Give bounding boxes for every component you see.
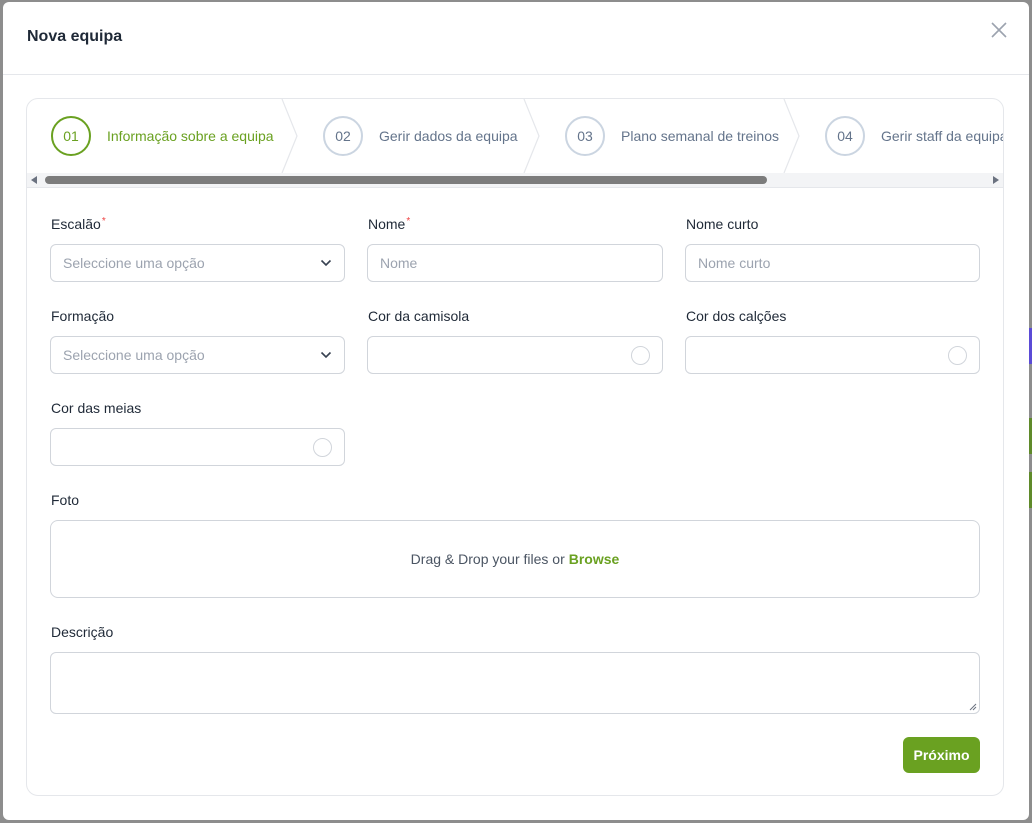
step-team-staff[interactable]: 04 Gerir staff da equipa	[825, 99, 1003, 173]
nome-curto-placeholder: Nome curto	[698, 255, 771, 271]
cor-camisola-picker[interactable]	[367, 336, 663, 374]
horizontal-scrollbar[interactable]	[27, 173, 1003, 187]
color-swatch-icon[interactable]	[948, 346, 967, 365]
step-team-info[interactable]: 01 Informação sobre a equipa	[51, 99, 274, 173]
nome-input[interactable]: Nome	[367, 244, 663, 282]
step-separator-icon	[523, 99, 540, 173]
required-mark: *	[406, 216, 411, 227]
nome-placeholder: Nome	[380, 255, 418, 271]
next-button[interactable]: Próximo	[903, 737, 980, 773]
required-mark: *	[101, 216, 106, 227]
step-label: Gerir staff da equipa	[881, 128, 1003, 144]
browse-link[interactable]: Browse	[569, 551, 620, 567]
cor-meias-picker[interactable]	[50, 428, 345, 466]
nome-curto-label: Nome curto	[686, 216, 759, 232]
resize-handle-icon[interactable]	[969, 703, 977, 711]
cor-calcoes-picker[interactable]	[685, 336, 980, 374]
step-weekly-plan[interactable]: 03 Plano semanal de treinos	[565, 99, 779, 173]
step-separator-icon	[281, 99, 298, 173]
dropzone-text: Drag & Drop your files or	[410, 551, 565, 567]
descricao-label: Descrição	[51, 624, 114, 640]
step-number: 03	[565, 116, 605, 156]
step-label: Gerir dados da equipa	[379, 128, 518, 144]
scroll-left-icon[interactable]	[31, 176, 37, 184]
step-number: 02	[323, 116, 363, 156]
descricao-textarea[interactable]	[50, 652, 980, 714]
chevron-down-icon	[320, 259, 332, 267]
step-label: Plano semanal de treinos	[621, 128, 779, 144]
step-separator-icon	[783, 99, 800, 173]
formacao-label: Formação	[51, 308, 115, 324]
escalao-select[interactable]: Seleccione uma opção	[50, 244, 345, 282]
scrollbar-thumb[interactable]	[45, 176, 767, 184]
form-card: 01 Informação sobre a equipa 02 Gerir da…	[26, 98, 1004, 796]
escalao-label: Escalão*	[51, 216, 106, 232]
step-number: 04	[825, 116, 865, 156]
step-number: 01	[51, 116, 91, 156]
cor-calcoes-label: Cor dos calções	[686, 308, 787, 324]
divider	[27, 187, 1003, 188]
photo-dropzone[interactable]: Drag & Drop your files or Browse	[50, 520, 980, 598]
scroll-right-icon[interactable]	[993, 176, 999, 184]
step-label: Informação sobre a equipa	[107, 128, 274, 144]
modal-title: Nova equipa	[27, 28, 123, 45]
stepper: 01 Informação sobre a equipa 02 Gerir da…	[27, 99, 1003, 173]
modal-header: Nova equipa	[3, 2, 1029, 75]
chevron-down-icon	[320, 351, 332, 359]
foto-label: Foto	[51, 492, 80, 508]
formacao-select[interactable]: Seleccione uma opção	[50, 336, 345, 374]
close-icon[interactable]	[989, 20, 1009, 40]
cor-meias-label: Cor das meias	[51, 400, 142, 416]
color-swatch-icon[interactable]	[313, 438, 332, 457]
nome-curto-input[interactable]: Nome curto	[685, 244, 980, 282]
cor-camisola-label: Cor da camisola	[368, 308, 470, 324]
step-team-data[interactable]: 02 Gerir dados da equipa	[323, 99, 518, 173]
new-team-modal: Nova equipa 01 Informação sobre a equipa…	[3, 2, 1029, 820]
formacao-placeholder: Seleccione uma opção	[63, 347, 205, 363]
escalao-placeholder: Seleccione uma opção	[63, 255, 205, 271]
nome-label: Nome*	[368, 216, 411, 232]
color-swatch-icon[interactable]	[631, 346, 650, 365]
